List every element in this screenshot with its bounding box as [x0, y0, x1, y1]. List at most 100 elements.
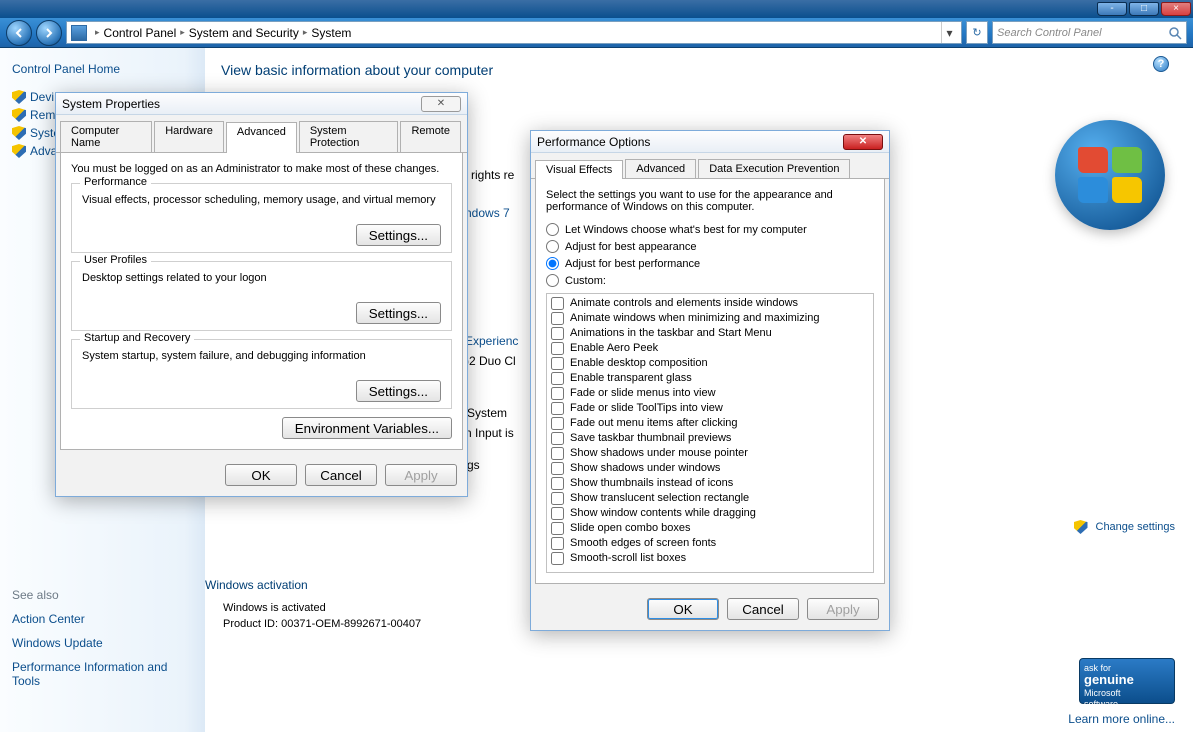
- vfx-checkbox[interactable]: [551, 447, 564, 460]
- vfx-checkbox[interactable]: [551, 522, 564, 535]
- vfx-checkbox[interactable]: [551, 507, 564, 520]
- vfx-check-label: Show shadows under windows: [570, 461, 720, 476]
- breadcrumb-dropdown[interactable]: ▾: [941, 22, 957, 43]
- perfopts-cancel-button[interactable]: Cancel: [727, 598, 799, 620]
- crumb-system[interactable]: System: [311, 26, 351, 40]
- vfx-check-item[interactable]: Show shadows under mouse pointer: [547, 446, 873, 461]
- settings-text: gs: [467, 458, 480, 472]
- forward-button[interactable]: [36, 20, 62, 46]
- dialog-titlebar[interactable]: System Properties ✕: [56, 93, 467, 115]
- maximize-button[interactable]: □: [1129, 2, 1159, 16]
- startup-recovery-desc: System startup, system failure, and debu…: [82, 350, 441, 362]
- vfx-checkbox[interactable]: [551, 342, 564, 355]
- perfopts-button-row: OK Cancel Apply: [531, 588, 889, 630]
- dialog-close-button[interactable]: ✕: [843, 134, 883, 150]
- tab-advanced[interactable]: Advanced: [226, 122, 297, 153]
- vfx-checkbox[interactable]: [551, 327, 564, 340]
- vfx-checkbox[interactable]: [551, 402, 564, 415]
- minimize-button[interactable]: -: [1097, 2, 1127, 16]
- performance-settings-button[interactable]: Settings...: [356, 224, 441, 246]
- user-profiles-settings-button[interactable]: Settings...: [356, 302, 441, 324]
- vfx-check-item[interactable]: Save taskbar thumbnail previews: [547, 431, 873, 446]
- vfx-checkbox[interactable]: [551, 552, 564, 565]
- vfx-check-item[interactable]: Fade or slide menus into view: [547, 386, 873, 401]
- vfx-check-label: Enable Aero Peek: [570, 341, 658, 356]
- vfx-check-item[interactable]: Animations in the taskbar and Start Menu: [547, 326, 873, 341]
- tab-dep[interactable]: Data Execution Prevention: [698, 159, 850, 178]
- radio-custom[interactable]: Custom:: [546, 274, 874, 287]
- vfx-check-item[interactable]: Enable transparent glass: [547, 371, 873, 386]
- radio-best-appearance[interactable]: Adjust for best appearance: [546, 240, 874, 253]
- sysprops-cancel-button[interactable]: Cancel: [305, 464, 377, 486]
- startup-recovery-legend: Startup and Recovery: [80, 332, 194, 344]
- windows-edition-link[interactable]: ndows 7: [465, 206, 510, 220]
- tab-hardware[interactable]: Hardware: [154, 121, 224, 152]
- action-center-link[interactable]: Action Center: [12, 612, 197, 626]
- sysprops-button-row: OK Cancel Apply: [56, 454, 467, 496]
- vfx-checkbox[interactable]: [551, 417, 564, 430]
- vfx-checkbox[interactable]: [551, 372, 564, 385]
- vfx-checkbox[interactable]: [551, 387, 564, 400]
- change-settings-label: Change settings: [1096, 521, 1176, 533]
- vfx-checkbox[interactable]: [551, 312, 564, 325]
- environment-variables-button[interactable]: Environment Variables...: [282, 417, 452, 439]
- crumb-control-panel[interactable]: Control Panel: [104, 26, 177, 40]
- vfx-check-item[interactable]: Show shadows under windows: [547, 461, 873, 476]
- vfx-check-item[interactable]: Show window contents while dragging: [547, 506, 873, 521]
- radio-best-performance[interactable]: Adjust for best performance: [546, 257, 874, 270]
- dialog-title: Performance Options: [537, 135, 650, 149]
- vfx-checkbox[interactable]: [551, 357, 564, 370]
- sysprops-tab-body: You must be logged on as an Administrato…: [60, 153, 463, 450]
- perf-info-tools-link[interactable]: Performance Information and Tools: [12, 660, 197, 688]
- back-button[interactable]: [6, 20, 32, 46]
- sysprops-apply-button[interactable]: Apply: [385, 464, 457, 486]
- vfx-checkbox[interactable]: [551, 432, 564, 445]
- windows-update-link[interactable]: Windows Update: [12, 636, 197, 650]
- visual-effects-list[interactable]: Animate controls and elements inside win…: [546, 293, 874, 573]
- vfx-check-item[interactable]: Enable Aero Peek: [547, 341, 873, 356]
- sysprops-ok-button[interactable]: OK: [225, 464, 297, 486]
- tab-system-protection[interactable]: System Protection: [299, 121, 399, 152]
- vfx-checkbox[interactable]: [551, 537, 564, 550]
- startup-recovery-settings-button[interactable]: Settings...: [356, 380, 441, 402]
- change-settings-link[interactable]: Change settings: [1045, 520, 1175, 534]
- perfopts-apply-button[interactable]: Apply: [807, 598, 879, 620]
- system-type-text: System: [467, 406, 507, 420]
- vfx-check-item[interactable]: Enable desktop composition: [547, 356, 873, 371]
- tab-remote[interactable]: Remote: [400, 121, 461, 152]
- vfx-checkbox[interactable]: [551, 477, 564, 490]
- pen-touch-text: n Input is: [465, 426, 514, 440]
- dialog-close-button[interactable]: ✕: [421, 96, 461, 112]
- crumb-system-security[interactable]: System and Security: [189, 26, 299, 40]
- tab-visual-effects[interactable]: Visual Effects: [535, 160, 623, 179]
- perfopts-ok-button[interactable]: OK: [647, 598, 719, 620]
- control-panel-home-link[interactable]: Control Panel Home: [12, 62, 197, 76]
- vfx-checkbox[interactable]: [551, 297, 564, 310]
- search-input[interactable]: Search Control Panel: [992, 21, 1187, 44]
- vfx-check-item[interactable]: Animate controls and elements inside win…: [547, 296, 873, 311]
- radio-let-windows-choose[interactable]: Let Windows choose what's best for my co…: [546, 223, 874, 236]
- dialog-titlebar[interactable]: Performance Options ✕: [531, 131, 889, 153]
- breadcrumb[interactable]: ▸ Control Panel ▸ System and Security ▸ …: [66, 21, 962, 44]
- learn-more-link[interactable]: Learn more online...: [1068, 712, 1175, 726]
- vfx-check-item[interactable]: Smooth edges of screen fonts: [547, 536, 873, 551]
- refresh-button[interactable]: ↻: [966, 21, 988, 44]
- tab-advanced[interactable]: Advanced: [625, 159, 696, 178]
- genuine-badge[interactable]: ask for genuine Microsoft software: [1079, 658, 1175, 704]
- close-button[interactable]: ×: [1161, 2, 1191, 16]
- vfx-check-item[interactable]: Show thumbnails instead of icons: [547, 476, 873, 491]
- vfx-check-item[interactable]: Fade or slide ToolTips into view: [547, 401, 873, 416]
- vfx-check-item[interactable]: Smooth-scroll list boxes: [547, 551, 873, 566]
- vfx-check-label: Show window contents while dragging: [570, 506, 756, 521]
- dialog-title: System Properties: [62, 97, 160, 111]
- vfx-check-item[interactable]: Animate windows when minimizing and maxi…: [547, 311, 873, 326]
- tab-computer-name[interactable]: Computer Name: [60, 121, 152, 152]
- vfx-check-item[interactable]: Show translucent selection rectangle: [547, 491, 873, 506]
- vfx-check-label: Fade or slide menus into view: [570, 386, 716, 401]
- experience-index-link[interactable]: Experienc: [465, 334, 518, 348]
- vfx-check-item[interactable]: Fade out menu items after clicking: [547, 416, 873, 431]
- vfx-check-item[interactable]: Slide open combo boxes: [547, 521, 873, 536]
- vfx-checkbox[interactable]: [551, 492, 564, 505]
- help-icon[interactable]: ?: [1153, 56, 1169, 72]
- vfx-checkbox[interactable]: [551, 462, 564, 475]
